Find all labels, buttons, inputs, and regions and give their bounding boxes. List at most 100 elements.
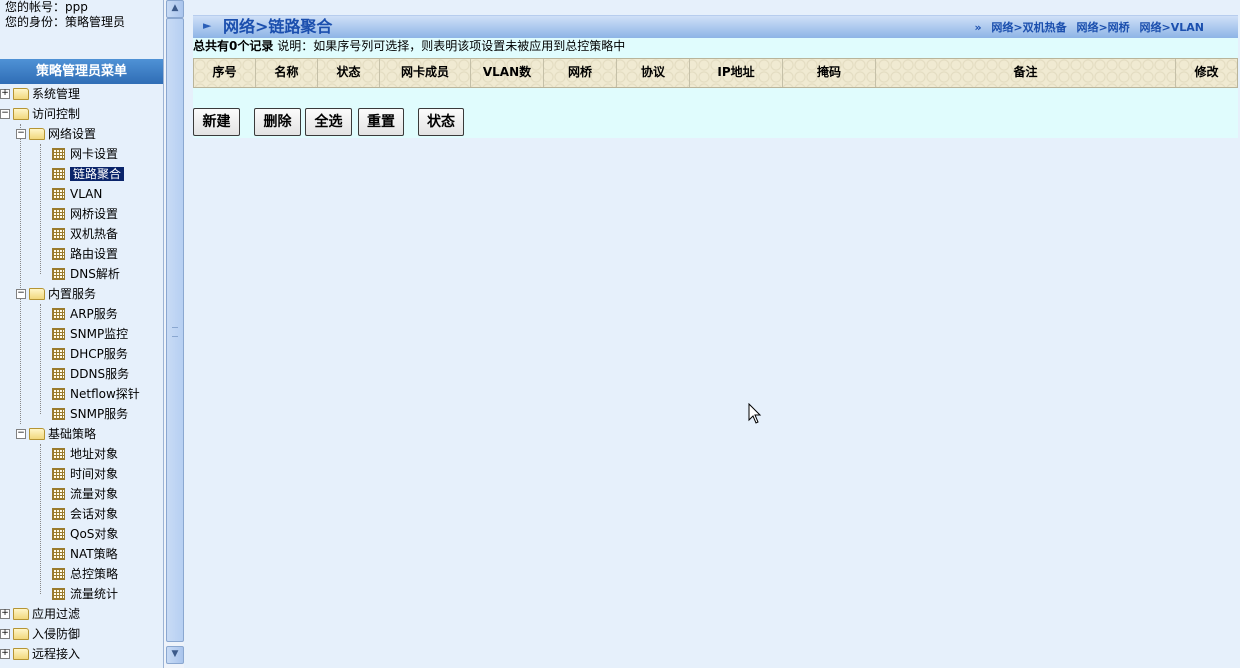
status-button[interactable]: 状态 <box>418 108 464 136</box>
folder-icon <box>13 607 29 620</box>
role-line: 您的身份：策略管理员 <box>5 15 126 29</box>
tree-item-label: 访问控制 <box>32 107 81 121</box>
tree-item-label: 路由设置 <box>70 247 119 261</box>
record-count: 总共有0个记录 <box>193 39 274 53</box>
tree-item-traffic-object[interactable]: 流量对象 <box>52 484 118 504</box>
folder-open-icon <box>29 427 45 440</box>
tree-item-nic-settings[interactable]: 网卡设置 <box>52 144 118 164</box>
tree-item-app-filter[interactable]: + 应用过滤 <box>0 604 80 624</box>
link-dual-hot-standby[interactable]: 网络>双机热备 <box>991 21 1066 34</box>
collapse-icon[interactable]: − <box>0 108 10 119</box>
page-icon <box>52 407 65 420</box>
tree-connector <box>40 304 41 414</box>
scroll-down-arrow-icon[interactable]: ▼ <box>166 646 184 664</box>
page-icon <box>52 227 65 240</box>
nav-scrollbar[interactable]: ▲ ▼ <box>163 0 184 668</box>
tree-item-vlan[interactable]: VLAN <box>52 184 102 204</box>
column-header: 修改 <box>1194 65 1219 79</box>
collapse-icon[interactable]: − <box>16 128 26 139</box>
collapse-icon[interactable]: − <box>16 428 26 439</box>
main-content: ► 网络>链路聚合 » 网络>双机热备 网络>网桥 网络>VLAN 总共有0个记… <box>193 15 1238 138</box>
page-icon <box>52 167 65 180</box>
tree-item-netflow[interactable]: Netflow探针 <box>52 384 140 404</box>
tree-item-snmp-service[interactable]: SNMP服务 <box>52 404 128 424</box>
tree-item-label: 会话对象 <box>70 507 119 521</box>
page-icon <box>52 387 65 400</box>
page-icon <box>52 307 65 320</box>
tree-item-qos-object[interactable]: QoS对象 <box>52 524 118 544</box>
tree-item-network-settings[interactable]: − 网络设置 <box>16 124 96 144</box>
tree-item-snmp-monitor[interactable]: SNMP监控 <box>52 324 128 344</box>
tree-item-label-selected: 链路聚合 <box>70 167 125 181</box>
expand-icon[interactable]: + <box>0 608 10 619</box>
tree-item-label: 基础策略 <box>48 427 97 441</box>
quick-links: » 网络>双机热备 网络>网桥 网络>VLAN <box>968 19 1204 35</box>
folder-open-icon <box>13 107 29 120</box>
tree-item-system-mgmt[interactable]: + 系统管理 <box>0 84 80 104</box>
tree-item-dhcp[interactable]: DHCP服务 <box>52 344 128 364</box>
tree-item-access-control[interactable]: − 访问控制 <box>0 104 80 124</box>
tree-connector <box>20 124 21 424</box>
tree-item-intrusion-defense[interactable]: + 入侵防御 <box>0 624 80 644</box>
expand-icon[interactable]: + <box>0 628 10 639</box>
tree-item-route-settings[interactable]: 路由设置 <box>52 244 118 264</box>
scrollbar-thumb[interactable] <box>166 18 184 642</box>
tree-item-label: DNS解析 <box>70 267 120 281</box>
column-header: 序号 <box>194 59 256 87</box>
collapse-icon[interactable]: − <box>16 288 26 299</box>
tree-item-link-aggregation[interactable]: 链路聚合 <box>52 164 125 184</box>
tree-item-time-object[interactable]: 时间对象 <box>52 464 118 484</box>
page-icon <box>52 487 65 500</box>
link-bridge[interactable]: 网络>网桥 <box>1076 21 1129 34</box>
summary-line: 总共有0个记录 说明：如果序号列可选择，则表明该项设置未被应用到总控策略中 <box>193 39 625 53</box>
tree-item-label: 远程接入 <box>32 647 81 661</box>
column-header: 状态 <box>318 59 380 87</box>
tree-item-basic-policy[interactable]: − 基础策略 <box>16 424 96 444</box>
tree-item-dual-hot-standby[interactable]: 双机热备 <box>52 224 118 244</box>
tree-item-central-policy[interactable]: 总控策略 <box>52 564 118 584</box>
tree-item-label: 地址对象 <box>70 447 119 461</box>
tree-item-builtin-services[interactable]: − 内置服务 <box>16 284 96 304</box>
page-icon <box>52 567 65 580</box>
tree-item-traffic-stats[interactable]: 流量统计 <box>52 584 118 604</box>
link-vlan[interactable]: 网络>VLAN <box>1140 21 1204 34</box>
tree-item-dns[interactable]: DNS解析 <box>52 264 120 284</box>
tree-item-label: 系统管理 <box>32 87 81 101</box>
page-icon <box>52 347 65 360</box>
column-header: 网桥 <box>544 59 617 87</box>
tree-item-session-object[interactable]: 会话对象 <box>52 504 118 524</box>
tree-item-label: SNMP监控 <box>70 327 129 341</box>
tree-item-arp[interactable]: ARP服务 <box>52 304 118 324</box>
page-icon <box>52 587 65 600</box>
column-header: IP地址 <box>690 59 783 87</box>
folder-icon <box>13 87 29 100</box>
reset-button[interactable]: 重置 <box>358 108 404 136</box>
column-header: 协议 <box>617 59 690 87</box>
summary-note: 说明：如果序号列可选择，则表明该项设置未被应用到总控策略中 <box>277 39 626 53</box>
scroll-up-arrow-icon[interactable]: ▲ <box>166 0 184 18</box>
tree-item-label: SNMP服务 <box>70 407 129 421</box>
page-icon <box>52 507 65 520</box>
tree-item-remote-access[interactable]: + 远程接入 <box>0 644 80 664</box>
page-icon <box>52 207 65 220</box>
tree-item-label: ARP服务 <box>70 307 118 321</box>
tree-item-address-object[interactable]: 地址对象 <box>52 444 118 464</box>
tree-connector <box>40 444 41 594</box>
tree-item-bridge-settings[interactable]: 网桥设置 <box>52 204 118 224</box>
table-header: 序号 名称 状态 网卡成员 VLAN数 网桥 协议 IP地址 掩码 备注 修改 <box>193 58 1238 88</box>
tree-item-label: 内置服务 <box>48 287 97 301</box>
select-all-button[interactable]: 全选 <box>305 108 352 136</box>
delete-button[interactable]: 删除 <box>254 108 301 136</box>
tree-connector <box>40 144 41 274</box>
page-title: 网络>链路聚合 <box>223 17 333 36</box>
tree-item-ddns[interactable]: DDNS服务 <box>52 364 129 384</box>
tree-item-label: 时间对象 <box>70 467 119 481</box>
tree-item-label: 双机热备 <box>70 227 119 241</box>
tree-item-label: 总控策略 <box>70 567 119 581</box>
tree-item-nat-policy[interactable]: NAT策略 <box>52 544 118 564</box>
folder-icon <box>13 627 29 640</box>
new-button[interactable]: 新建 <box>193 108 240 136</box>
expand-icon[interactable]: + <box>0 648 10 659</box>
expand-icon[interactable]: + <box>0 88 10 99</box>
column-header: 掩码 <box>783 59 876 87</box>
